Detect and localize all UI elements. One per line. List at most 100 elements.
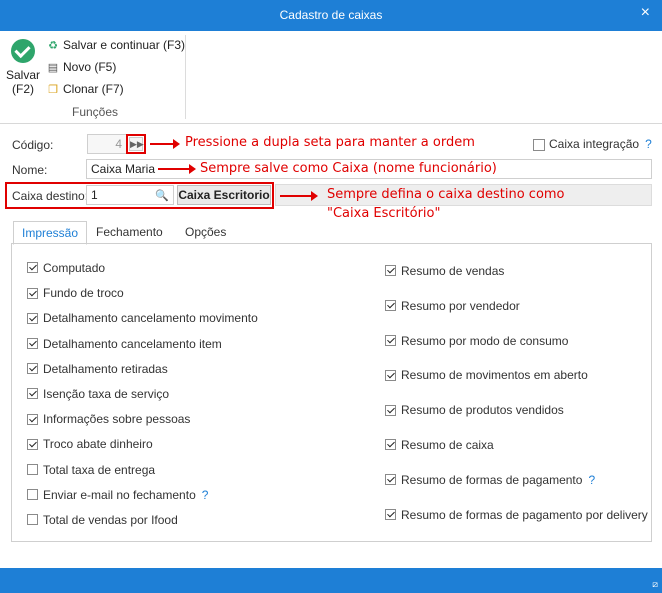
left-option[interactable]: Enviar e-mail no fechamento? bbox=[27, 488, 208, 502]
tab-strip: Impressão Fechamento Opções bbox=[11, 221, 652, 245]
codigo-field[interactable]: 4 bbox=[87, 134, 127, 154]
left-checkbox[interactable] bbox=[27, 463, 38, 475]
left-option[interactable]: Fundo de troco bbox=[27, 286, 124, 300]
right-option[interactable]: Resumo de caixa bbox=[385, 438, 494, 452]
left-checkbox[interactable] bbox=[27, 413, 38, 425]
tab-opcoes[interactable]: Opções bbox=[177, 221, 234, 243]
left-checkbox[interactable] bbox=[27, 489, 38, 501]
clone-button[interactable]: ❐ Clonar (F7) bbox=[46, 80, 124, 98]
right-option-label: Resumo de formas de pagamento bbox=[401, 472, 583, 487]
new-label: Novo (F5) bbox=[63, 60, 117, 74]
left-option[interactable]: Isenção taxa de serviço bbox=[27, 387, 169, 401]
save-continue-icon: ♻ bbox=[48, 40, 58, 52]
left-option-label: Total taxa de entrega bbox=[43, 462, 156, 477]
save-shortcut: (F2) bbox=[12, 82, 34, 96]
save-label: Salvar bbox=[5, 68, 40, 82]
highlight-box-destino bbox=[5, 182, 274, 209]
ribbon-toolbar: Salvar (F2) ♻ Salvar e continuar (F3) ▤ No… bbox=[0, 31, 662, 124]
left-option[interactable]: Total de vendas por Ifood bbox=[27, 513, 178, 527]
right-option-label: Resumo de formas de pagamento por delive… bbox=[401, 507, 648, 522]
tab-fechamento[interactable]: Fechamento bbox=[88, 221, 171, 243]
right-checkbox[interactable] bbox=[385, 265, 396, 277]
title-bar: Cadastro de caixas × bbox=[0, 0, 662, 31]
clone-label: Clonar (F7) bbox=[63, 82, 124, 96]
ribbon-group-label: Funções bbox=[72, 105, 119, 119]
right-checkbox[interactable] bbox=[385, 300, 396, 312]
save-continue-label: Salvar e continuar (F3) bbox=[63, 38, 186, 52]
left-checkbox[interactable] bbox=[27, 262, 38, 274]
window-title: Cadastro de caixas bbox=[279, 8, 383, 22]
highlight-box-codigo bbox=[126, 134, 146, 154]
annotation-3-line2: "Caixa Escritório" bbox=[327, 206, 441, 221]
right-option[interactable]: Resumo de movimentos em aberto bbox=[385, 368, 588, 382]
annotation-arrow-3 bbox=[280, 191, 318, 201]
left-checkbox[interactable] bbox=[27, 388, 38, 400]
left-option-label: Detalhamento cancelamento item bbox=[43, 336, 222, 351]
ribbon-separator bbox=[185, 35, 186, 119]
left-option[interactable]: Detalhamento cancelamento item bbox=[27, 337, 222, 351]
left-option[interactable]: Detalhamento retiradas bbox=[27, 362, 168, 376]
right-checkbox[interactable] bbox=[385, 369, 396, 381]
right-option[interactable]: Resumo por modo de consumo bbox=[385, 334, 568, 348]
left-option[interactable]: Informações sobre pessoas bbox=[27, 412, 190, 426]
left-checkbox[interactable] bbox=[27, 514, 38, 526]
left-option-label: Total de vendas por Ifood bbox=[43, 513, 178, 527]
right-option[interactable]: Resumo de produtos vendidos bbox=[385, 403, 564, 417]
caixa-integracao-label: Caixa integração bbox=[549, 137, 640, 151]
left-option[interactable]: Troco abate dinheiro bbox=[27, 437, 153, 451]
left-checkbox[interactable] bbox=[27, 337, 38, 349]
new-document-icon: ▤ bbox=[47, 62, 59, 74]
right-checkbox[interactable] bbox=[385, 439, 396, 451]
left-option[interactable]: Total taxa de entrega bbox=[27, 463, 155, 477]
left-option[interactable]: Computado bbox=[27, 261, 105, 275]
annotation-1: Pressione a dupla seta para manter a ord… bbox=[185, 135, 475, 150]
right-option-label: Resumo de produtos vendidos bbox=[401, 403, 564, 418]
left-checkbox[interactable] bbox=[27, 438, 38, 450]
annotation-3-line1: Sempre defina o caixa destino como bbox=[327, 187, 565, 202]
left-option-label: Fundo de troco bbox=[43, 286, 124, 301]
right-option-label: Resumo de vendas bbox=[401, 264, 505, 278]
help-icon[interactable]: ? bbox=[645, 137, 652, 151]
left-option-label: Troco abate dinheiro bbox=[43, 437, 153, 452]
right-option[interactable]: Resumo de formas de pagamento por delive… bbox=[385, 508, 648, 522]
left-option-label: Isenção taxa de serviço bbox=[43, 387, 170, 401]
left-checkbox[interactable] bbox=[27, 312, 38, 324]
resize-grip-icon[interactable]: ⧄ bbox=[652, 579, 658, 590]
left-option-label: Enviar e-mail no fechamento bbox=[43, 487, 196, 502]
right-checkbox[interactable] bbox=[385, 404, 396, 416]
right-option[interactable]: Resumo de formas de pagamento? bbox=[385, 473, 595, 487]
help-icon[interactable]: ? bbox=[588, 473, 595, 487]
left-option-label: Detalhamento cancelamento movimento bbox=[43, 311, 258, 326]
new-button[interactable]: ▤ Novo (F5) bbox=[46, 58, 117, 76]
status-bar: ⧄ bbox=[0, 568, 662, 593]
caixa-integracao-checkbox[interactable] bbox=[533, 138, 545, 151]
annotation-2: Sempre salve como Caixa (nome funcionári… bbox=[200, 161, 497, 176]
tab-impressao[interactable]: Impressão bbox=[13, 221, 88, 245]
caixa-integracao[interactable]: Caixa integração? bbox=[533, 137, 652, 151]
help-icon[interactable]: ? bbox=[202, 488, 209, 502]
close-icon[interactable]: × bbox=[641, 4, 650, 22]
right-option[interactable]: Resumo de vendas bbox=[385, 264, 504, 278]
right-checkbox[interactable] bbox=[385, 508, 396, 520]
annotation-arrow-1 bbox=[150, 139, 180, 149]
right-checkbox[interactable] bbox=[385, 474, 396, 486]
left-checkbox[interactable] bbox=[27, 363, 38, 375]
checkmark-icon bbox=[11, 39, 35, 63]
left-option-label: Detalhamento retiradas bbox=[43, 361, 168, 376]
left-option-label: Informações sobre pessoas bbox=[43, 412, 191, 427]
codigo-label: Código: bbox=[12, 138, 54, 152]
right-option-label: Resumo por vendedor bbox=[401, 298, 520, 313]
clone-icon: ❐ bbox=[48, 84, 58, 96]
left-option[interactable]: Detalhamento cancelamento movimento bbox=[27, 311, 258, 325]
nome-label: Nome: bbox=[12, 163, 48, 177]
right-checkbox[interactable] bbox=[385, 334, 396, 346]
save-continue-button[interactable]: ♻ Salvar e continuar (F3) bbox=[46, 36, 185, 54]
right-option-label: Resumo de movimentos em aberto bbox=[401, 368, 588, 383]
right-option-label: Resumo de caixa bbox=[401, 438, 494, 452]
save-button[interactable]: Salvar (F2) bbox=[4, 39, 42, 96]
left-checkbox[interactable] bbox=[27, 287, 38, 299]
right-option[interactable]: Resumo por vendedor bbox=[385, 299, 520, 313]
left-option-label: Computado bbox=[43, 261, 106, 275]
annotation-arrow-2 bbox=[158, 164, 196, 174]
right-option-label: Resumo por modo de consumo bbox=[401, 333, 569, 348]
